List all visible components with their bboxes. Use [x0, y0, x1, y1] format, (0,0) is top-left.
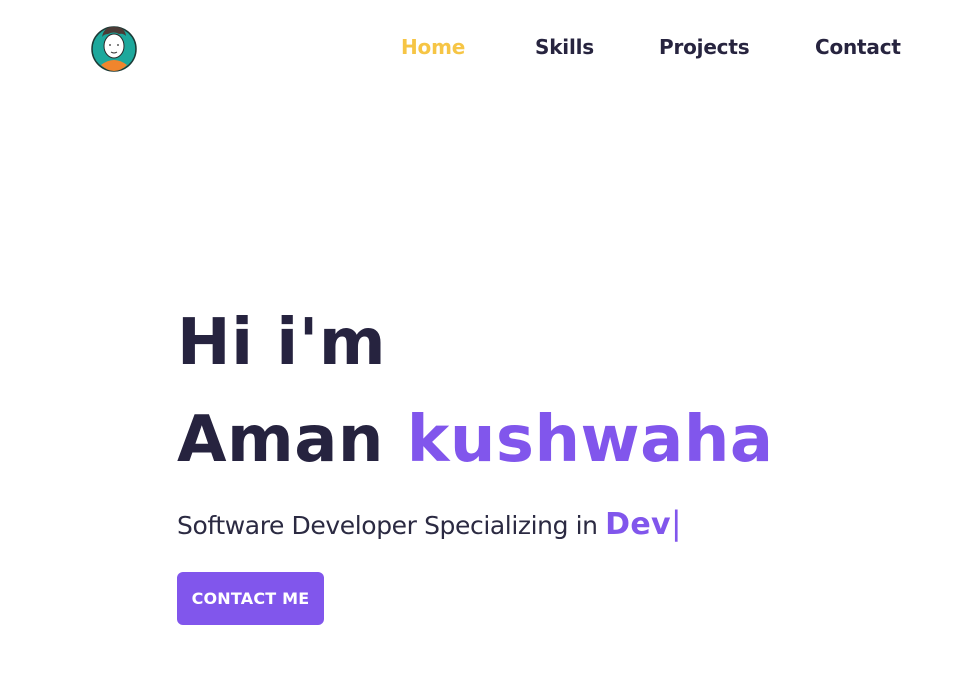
main-nav: Home Skills Projects Contact	[0, 34, 974, 62]
hero-last-name: kushwaha	[406, 403, 774, 477]
nav-link-contact[interactable]: Contact	[815, 34, 901, 60]
nav-link-skills[interactable]: Skills	[535, 34, 594, 60]
hero-greeting: Hi i'm	[177, 306, 386, 380]
typing-cursor: |	[670, 504, 682, 542]
contact-me-button[interactable]: CONTACT ME	[177, 572, 324, 625]
hero-first-name: Aman	[177, 403, 384, 477]
portfolio-page: Home Skills Projects Contact Hi i'm Aman…	[0, 0, 974, 693]
tagline-prefix: Software Developer Specializing in	[177, 511, 598, 540]
nav-link-home[interactable]: Home	[401, 34, 465, 60]
typed-word: Dev	[605, 507, 671, 542]
hero-name: Aman kushwaha	[177, 403, 774, 477]
hero-tagline: Software Developer Specializing in Dev|	[177, 504, 682, 545]
nav-link-projects[interactable]: Projects	[659, 34, 750, 60]
